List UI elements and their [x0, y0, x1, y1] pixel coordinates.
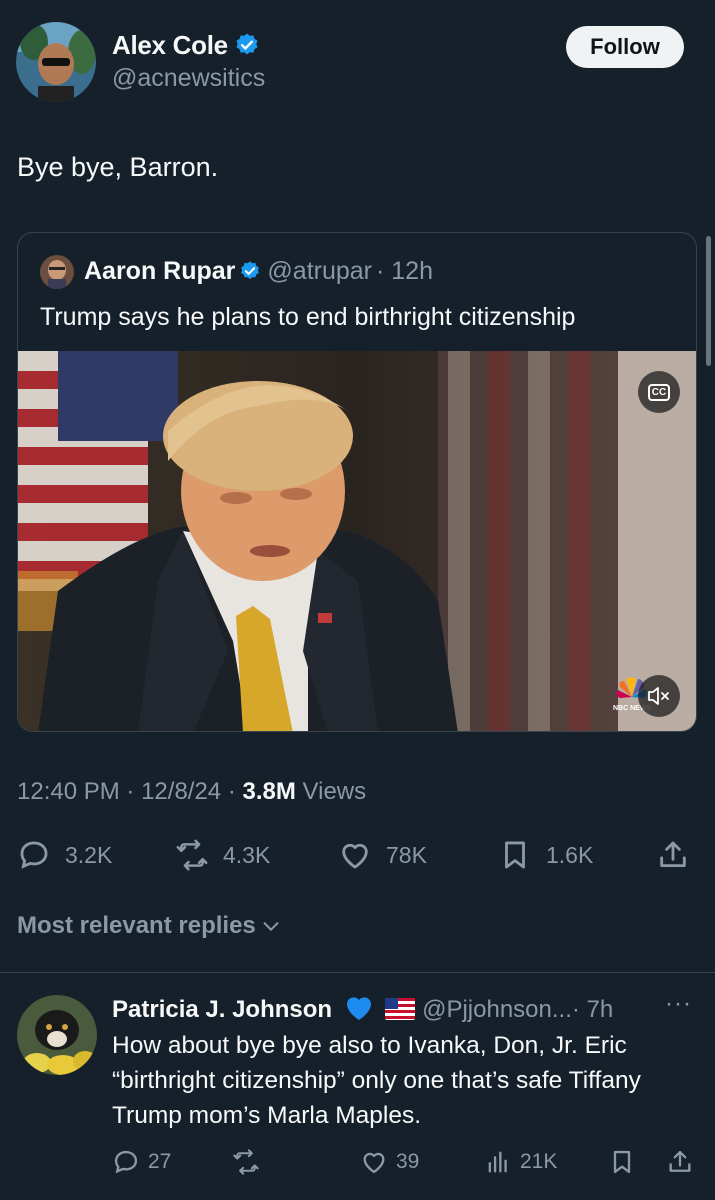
quote-handle[interactable]: @atrupar	[267, 257, 372, 285]
share-icon	[669, 1150, 691, 1172]
reply-header: Patricia J. Johnson @Pjjohnson...· 7h	[112, 992, 613, 1024]
author-name[interactable]: Alex Cole	[112, 30, 260, 61]
share-icon	[660, 841, 686, 868]
scrollbar-thumb[interactable]	[706, 236, 711, 366]
sort-label: Most relevant replies	[17, 912, 256, 939]
repost-button[interactable]: 4.3K	[175, 830, 270, 880]
reply-reply-button[interactable]: 27	[112, 1140, 171, 1184]
reply-time: · 7h	[571, 996, 614, 1023]
like-button[interactable]: 78K	[338, 830, 427, 880]
tweet-time[interactable]: 12:40 PM	[17, 778, 120, 805]
quote-avatar[interactable]	[40, 255, 74, 289]
share-button[interactable]	[656, 830, 704, 880]
follow-button[interactable]: Follow	[566, 26, 684, 68]
tweet-action-bar: 3.2K 4.3K 78K 1.6K	[0, 830, 715, 880]
mute-toggle-button[interactable]	[638, 675, 680, 717]
reply-icon	[114, 1150, 138, 1174]
reply-text: How about bye bye also to Ivanka, Don, J…	[112, 1032, 641, 1129]
cc-icon: CC	[647, 383, 671, 401]
author-avatar[interactable]	[16, 22, 96, 102]
reply-button[interactable]: 3.2K	[17, 830, 112, 880]
reply-views-button[interactable]: 21K	[484, 1140, 557, 1184]
bookmark-count: 1.6K	[546, 841, 594, 868]
video-frame	[18, 351, 696, 731]
reply-like-count: 39	[396, 1150, 420, 1173]
reply-avatar[interactable]	[17, 995, 97, 1075]
heart-icon	[342, 843, 368, 869]
repost-count: 4.3K	[223, 841, 271, 868]
reply-bookmark-button[interactable]	[608, 1140, 644, 1184]
reply-view-count: 21K	[520, 1150, 558, 1173]
verified-badge-icon	[241, 261, 260, 279]
repost-icon	[233, 1149, 259, 1175]
bookmark-button[interactable]: 1.6K	[498, 830, 593, 880]
reply-handle[interactable]: @Pjjohnson...	[422, 996, 572, 1023]
reply-author-name[interactable]: Patricia J. Johnson	[112, 996, 332, 1023]
tweet-date[interactable]: 12/8/24	[141, 778, 221, 805]
us-flag-icon	[385, 998, 416, 1020]
video-player[interactable]: CC NBC NEWS	[18, 351, 696, 731]
blue-heart-icon	[346, 997, 371, 1020]
speaker-muted-icon	[648, 687, 669, 705]
divider	[0, 972, 715, 973]
heart-icon	[363, 1152, 385, 1174]
reply-count: 3.2K	[65, 841, 113, 868]
quote-text: Trump says he plans to end birthright ci…	[40, 303, 576, 331]
bookmark-icon	[505, 841, 525, 869]
repost-icon	[176, 839, 208, 871]
bookmark-icon	[613, 1150, 631, 1174]
quote-time: · 12h	[376, 257, 433, 285]
tweet-meta: 12:40 PM · 12/8/24 · 3.8M Views	[17, 778, 367, 805]
chevron-down-icon	[263, 922, 279, 931]
reply-repost-button[interactable]	[232, 1140, 268, 1184]
quoted-tweet[interactable]: Aaron Rupar @atrupar · 12h Trump says he p…	[17, 232, 697, 732]
quote-author-name[interactable]: Aaron Rupar	[84, 257, 235, 285]
like-count: 78K	[386, 841, 427, 868]
replies-sort-dropdown[interactable]: Most relevant replies	[17, 912, 282, 940]
reply-action-bar: 27 39 21K	[0, 1140, 715, 1184]
tweet-text: Bye bye, Barron.	[17, 152, 219, 182]
analytics-icon	[488, 1151, 507, 1173]
reply-icon	[20, 841, 48, 869]
reply-share-button[interactable]	[666, 1140, 702, 1184]
reply-reply-count: 27	[148, 1150, 172, 1173]
author-handle[interactable]: @acnewsitics	[112, 64, 265, 93]
author-name-text: Alex Cole	[112, 30, 228, 60]
views-label: Views	[302, 778, 367, 805]
views-count: 3.8M	[242, 778, 296, 805]
verified-badge-icon	[236, 33, 258, 55]
closed-captions-button[interactable]: CC	[638, 371, 680, 413]
quote-header: Aaron Rupar @atrupar · 12h	[84, 257, 433, 286]
more-options-icon[interactable]: ···	[665, 990, 692, 1018]
reply-like-button[interactable]: 39	[360, 1140, 419, 1184]
